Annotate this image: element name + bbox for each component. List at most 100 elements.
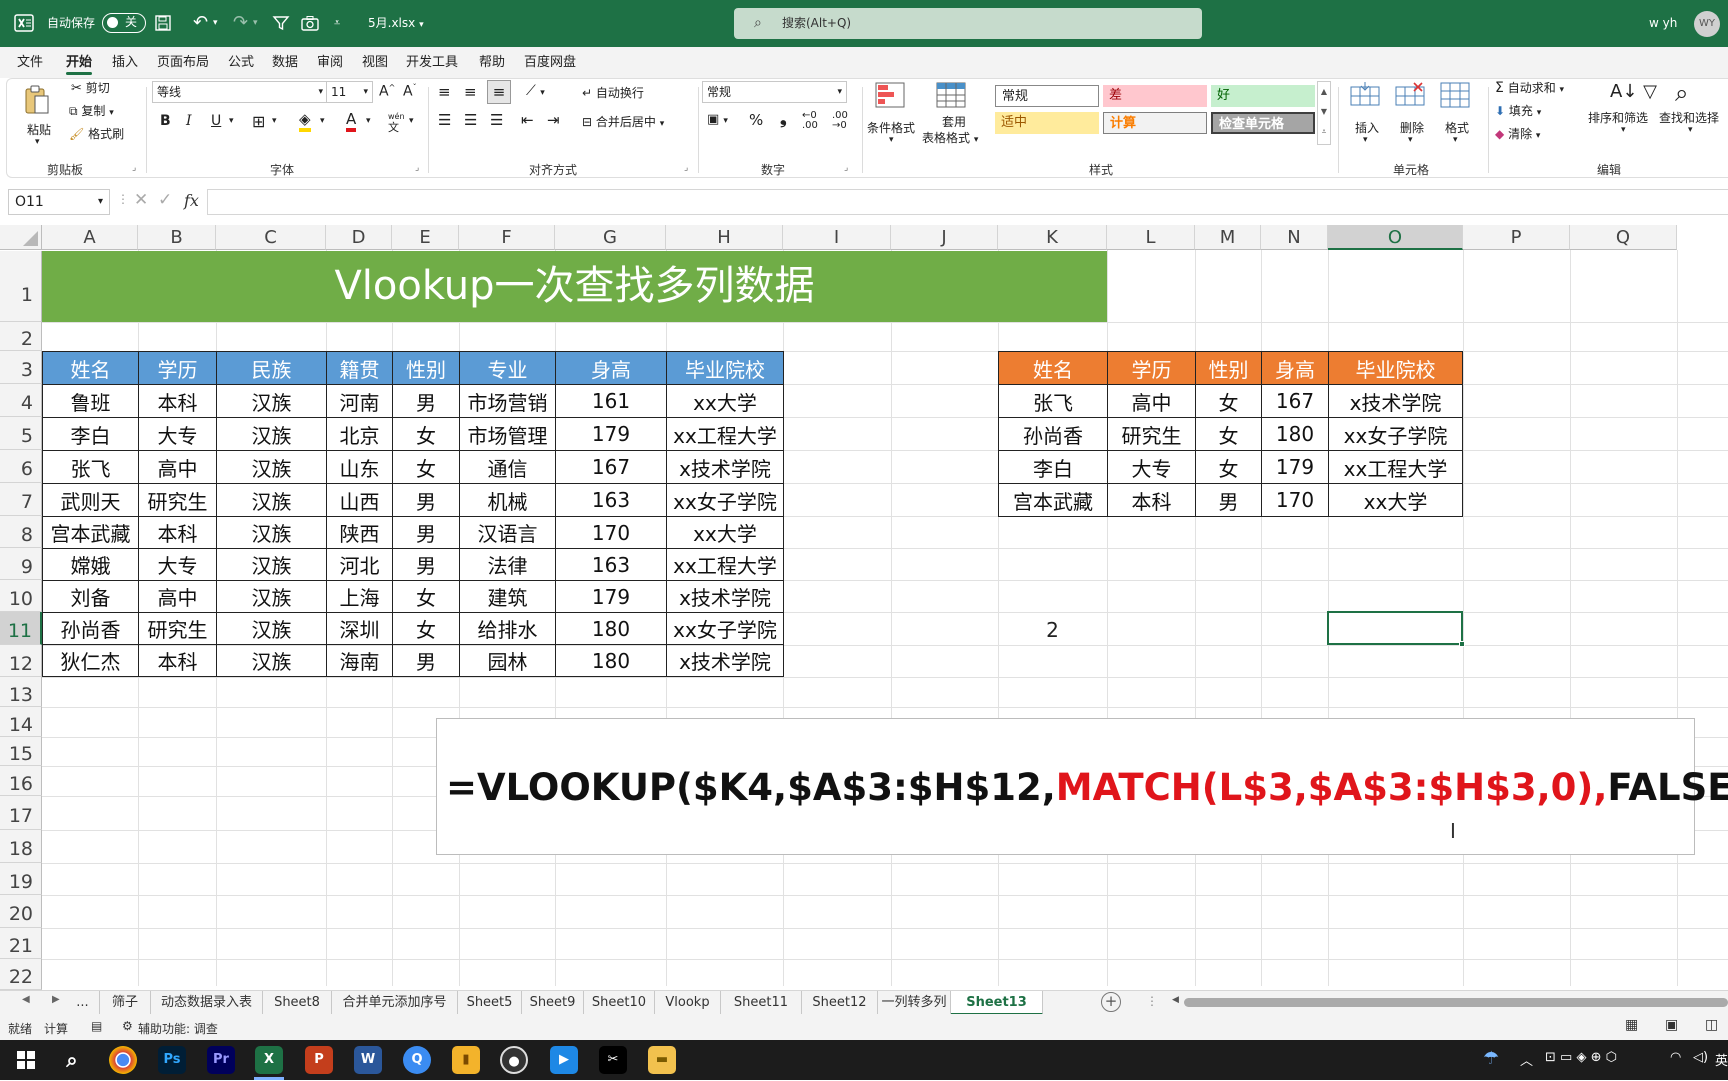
row-header-13[interactable]: 13 (0, 677, 42, 707)
table-cell[interactable]: 女 (392, 612, 460, 645)
menu-file[interactable]: 文件 (17, 47, 43, 78)
table-cell[interactable]: 建筑 (459, 580, 556, 613)
chrome-icon[interactable] (109, 1046, 137, 1074)
table-cell[interactable]: 本科 (1107, 483, 1196, 517)
table-cell[interactable]: xx大学 (666, 516, 784, 549)
file-name[interactable]: 5月.xlsx ▾ (368, 0, 424, 47)
table-cell[interactable]: 161 (555, 384, 667, 418)
style-normal[interactable]: 常规 (995, 85, 1099, 107)
table-cell[interactable]: 研究生 (138, 612, 217, 645)
word-icon[interactable]: W (354, 1046, 382, 1074)
decrease-font-icon[interactable]: Aˇ (403, 83, 417, 100)
ime-indicator[interactable]: 英 (1715, 1050, 1728, 1069)
menu-baidu-netdisk[interactable]: 百度网盘 (524, 47, 576, 78)
row-header-2[interactable]: 2 (0, 322, 42, 351)
column-header-a[interactable]: A (42, 225, 138, 250)
table-cell[interactable]: 汉族 (216, 417, 327, 451)
number-format-select[interactable]: 常规 ▾ (702, 81, 847, 103)
table-cell[interactable]: 汉族 (216, 483, 327, 517)
table-cell[interactable]: 163 (555, 548, 667, 581)
table-cell[interactable]: x技术学院 (666, 644, 784, 677)
styles-scroll[interactable]: ▲ ▼ ⩡ (1317, 81, 1331, 145)
style-calculation[interactable]: 计算 (1103, 112, 1207, 134)
table-cell[interactable]: 男 (392, 516, 460, 549)
delete-cells-icon[interactable] (1395, 82, 1425, 108)
table-cell[interactable]: 深圳 (326, 612, 393, 645)
row-header-1[interactable]: 1 (0, 251, 42, 322)
sheet-tab-Sheet5[interactable]: Sheet5 (458, 991, 522, 1015)
table-cell[interactable]: 汉族 (216, 516, 327, 549)
accessibility-status[interactable]: 辅助功能: 调查 (138, 1020, 218, 1037)
hscroll-left-icon[interactable]: ◀ (1172, 995, 1179, 1005)
table-cell[interactable]: 女 (1195, 450, 1262, 484)
sheet-tab-合并单元添加序号[interactable]: 合并单元添加序号 (332, 991, 458, 1015)
page-break-view-icon[interactable]: ◫ (1705, 1017, 1718, 1033)
sheet-tab-一列转多列[interactable]: 一列转多列 (878, 991, 951, 1015)
table-cell[interactable]: 179 (555, 580, 667, 613)
table-cell[interactable]: 163 (555, 483, 667, 517)
autosum-button[interactable]: Σ 自动求和 ▾ (1495, 79, 1564, 96)
table-header-cell[interactable]: 民族 (216, 351, 327, 385)
table-cell[interactable]: 167 (1261, 384, 1329, 418)
table-cell[interactable]: 研究生 (1107, 417, 1196, 451)
paste-button[interactable]: 粘贴 (27, 121, 51, 138)
sheet-tab-Sheet11[interactable]: Sheet11 (721, 991, 802, 1015)
tab-splitter-icon[interactable]: ⋮ (1146, 994, 1158, 1008)
table-cell[interactable]: 法律 (459, 548, 556, 581)
row-header-21[interactable]: 21 (0, 928, 42, 959)
table-cell[interactable]: 男 (1195, 483, 1262, 517)
windows-start-icon[interactable] (12, 1046, 40, 1074)
align-left-icon[interactable]: ☰ (438, 111, 451, 129)
table-cell[interactable]: 鲁班 (42, 384, 139, 418)
column-header-q[interactable]: Q (1570, 225, 1677, 250)
clipboard-launcher-icon[interactable]: ⌟ (132, 163, 136, 173)
fill-color-icon[interactable]: ◈ (299, 110, 311, 132)
align-bottom-icon[interactable]: ≡ (487, 80, 511, 104)
customize-toolbar-icon[interactable]: ⩡ (334, 0, 340, 47)
copy-button[interactable]: ⧉ 复制 ▾ (69, 102, 114, 119)
table-cell[interactable]: 女 (1195, 384, 1262, 418)
normal-view-icon[interactable]: ▦ (1625, 1017, 1638, 1033)
table-cell[interactable]: 北京 (326, 417, 393, 451)
style-neutral[interactable]: 适中 (995, 112, 1099, 134)
autosave-toggle[interactable]: 关 (102, 13, 146, 33)
photoshop-icon[interactable]: Ps (158, 1046, 186, 1074)
row-header-8[interactable]: 8 (0, 516, 42, 548)
row-header-14[interactable]: 14 (0, 707, 42, 737)
phonetic-dropdown-icon[interactable]: ▾ (409, 116, 414, 126)
table-cell[interactable]: 给排水 (459, 612, 556, 645)
column-header-m[interactable]: M (1195, 225, 1261, 250)
file-explorer-icon[interactable]: ▬ (648, 1046, 676, 1074)
user-name[interactable]: w yh (1649, 0, 1677, 47)
table-cell[interactable]: 市场管理 (459, 417, 556, 451)
table-cell[interactable]: 汉族 (216, 644, 327, 677)
table-cell[interactable]: x技术学院 (666, 450, 784, 484)
conditional-format-icon[interactable] (875, 82, 905, 108)
table-cell[interactable]: 男 (392, 548, 460, 581)
sort-filter-button[interactable]: 排序和筛选 (1588, 109, 1648, 126)
fill-color-dropdown-icon[interactable]: ▾ (320, 116, 325, 126)
format-as-table-line1[interactable]: 套用 (942, 113, 966, 130)
table-cell[interactable]: 河北 (326, 548, 393, 581)
page-layout-view-icon[interactable]: ▣ (1665, 1017, 1678, 1033)
underline-icon[interactable]: U (211, 113, 221, 129)
align-top-icon[interactable]: ≡ (438, 83, 451, 101)
delete-cells-button[interactable]: 删除 (1400, 119, 1424, 136)
font-launcher-icon[interactable]: ⌟ (415, 163, 419, 173)
table-cell[interactable]: 大专 (1107, 450, 1196, 484)
table-cell[interactable]: 男 (392, 384, 460, 418)
align-middle-icon[interactable]: ≡ (464, 83, 477, 101)
table-header-cell[interactable]: 身高 (555, 351, 667, 385)
table-cell[interactable]: 本科 (138, 644, 217, 677)
table-cell[interactable]: 海南 (326, 644, 393, 677)
search-box[interactable]: ⌕ 搜索(Alt+Q) (734, 8, 1202, 39)
table-cell[interactable]: 园林 (459, 644, 556, 677)
redo-icon[interactable]: ↷ (233, 0, 248, 47)
underline-dropdown-icon[interactable]: ▾ (229, 116, 234, 126)
style-good[interactable]: 好 (1211, 85, 1315, 107)
table-cell[interactable]: 男 (392, 483, 460, 517)
table-cell[interactable]: 汉族 (216, 384, 327, 418)
table-header-cell[interactable]: 身高 (1261, 351, 1329, 385)
font-size-select[interactable]: 11 ▾ (326, 81, 373, 103)
undo-dropdown-icon[interactable]: ▾ (213, 0, 218, 47)
